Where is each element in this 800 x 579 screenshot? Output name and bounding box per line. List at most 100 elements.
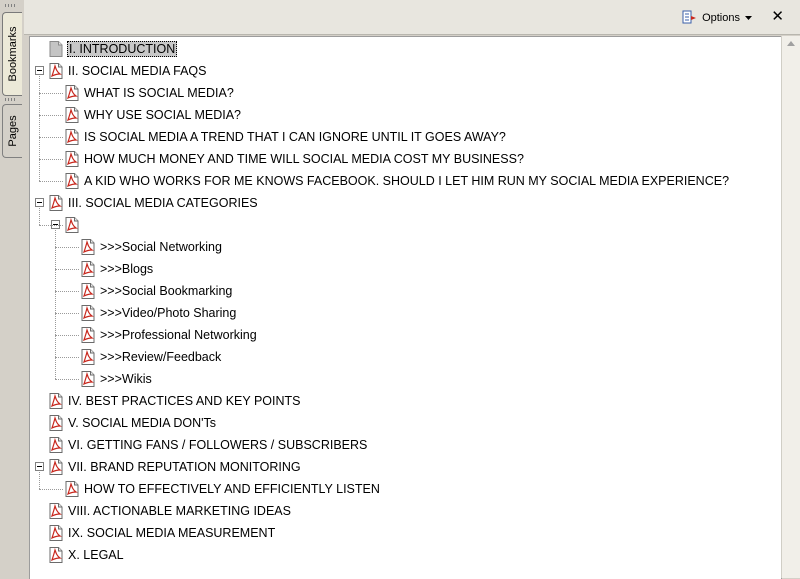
scroll-up-arrow-icon[interactable] <box>787 41 795 46</box>
bookmark-item[interactable]: >>>Social Bookmarking <box>80 280 232 302</box>
bookmark-item[interactable]: IV. BEST PRACTICES AND KEY POINTS <box>48 390 300 412</box>
bookmark-label: II. SOCIAL MEDIA FAQS <box>68 64 207 78</box>
bookmark-label: >>>Wikis <box>100 372 152 386</box>
bookmark-label: HOW TO EFFECTIVELY AND EFFICIENTLY LISTE… <box>84 482 380 496</box>
bookmark-item[interactable]: VIII. ACTIONABLE MARKETING IDEAS <box>48 500 291 522</box>
tree-connector <box>39 181 63 182</box>
bookmark-label: WHAT IS SOCIAL MEDIA? <box>84 86 234 100</box>
pdf-bookmark-icon <box>80 327 96 343</box>
bookmark-item[interactable] <box>64 214 84 236</box>
bookmark-item[interactable]: >>>Professional Networking <box>80 324 257 346</box>
bookmark-label: >>>Social Bookmarking <box>100 284 233 298</box>
bookmark-label: VII. BRAND REPUTATION MONITORING <box>68 460 301 474</box>
chevron-down-icon <box>745 16 752 20</box>
tree-connector <box>39 472 40 489</box>
options-label: Options <box>702 12 740 24</box>
bookmark-item[interactable]: >>>Video/Photo Sharing <box>80 302 236 324</box>
bookmark-item[interactable]: IS SOCIAL MEDIA A TREND THAT I CAN IGNOR… <box>64 126 506 148</box>
bookmark-label: >>>Review/Feedback <box>100 350 222 364</box>
pdf-bookmark-icon <box>48 525 64 541</box>
bookmark-options-icon <box>682 10 697 24</box>
pdf-bookmark-icon <box>48 393 64 409</box>
gray-bookmark-icon <box>48 41 64 57</box>
bookmark-item[interactable]: IX. SOCIAL MEDIA MEASUREMENT <box>48 522 275 544</box>
tree-connector <box>55 379 79 380</box>
tab-grip <box>5 4 17 7</box>
bookmark-item[interactable]: WHY USE SOCIAL MEDIA? <box>64 104 241 126</box>
bookmark-label: IS SOCIAL MEDIA A TREND THAT I CAN IGNOR… <box>84 130 506 144</box>
bookmark-item[interactable]: A KID WHO WORKS FOR ME KNOWS FACEBOOK. S… <box>64 170 729 192</box>
pdf-bookmark-icon <box>64 151 80 167</box>
tab-pages-label: Pages <box>6 115 19 147</box>
pdf-bookmark-icon <box>80 261 96 277</box>
bookmarks-toolbar: Options ✕ <box>24 0 800 35</box>
close-button[interactable]: ✕ <box>771 8 784 26</box>
bookmark-item[interactable]: I. INTRODUCTION <box>48 38 178 60</box>
tree-connector <box>55 269 79 270</box>
bookmark-item[interactable]: WHAT IS SOCIAL MEDIA? <box>64 82 234 104</box>
bookmark-label: X. LEGAL <box>68 548 124 562</box>
pdf-bookmark-icon <box>80 283 96 299</box>
bookmark-item[interactable]: VI. GETTING FANS / FOLLOWERS / SUBSCRIBE… <box>48 434 367 456</box>
bookmark-item[interactable]: >>>Wikis <box>80 368 152 390</box>
bookmark-label: III. SOCIAL MEDIA CATEGORIES <box>68 196 258 210</box>
close-icon: ✕ <box>771 8 784 25</box>
bookmark-label: I. INTRODUCTION <box>67 41 178 57</box>
options-button[interactable]: Options <box>681 9 752 27</box>
bookmark-label: >>>Blogs <box>100 262 154 276</box>
pdf-bookmark-icon <box>64 481 80 497</box>
pdf-bookmark-icon <box>80 349 96 365</box>
pdf-bookmark-icon <box>48 437 64 453</box>
bookmark-item[interactable]: >>>Social Networking <box>80 236 222 258</box>
tree-connector <box>39 208 40 225</box>
collapse-toggle-icon[interactable] <box>35 66 44 75</box>
bookmark-item[interactable]: >>>Blogs <box>80 258 153 280</box>
tab-bookmarks[interactable]: Bookmarks <box>2 12 22 96</box>
tree-connector <box>55 357 79 358</box>
tree-connector <box>39 76 40 181</box>
bookmark-tree: I. INTRODUCTION II. SOCIAL MEDIA FAQS WHAT… <box>29 36 782 579</box>
bookmark-label: >>>Social Networking <box>100 240 222 254</box>
tree-connector <box>55 335 79 336</box>
pdf-bookmark-icon <box>64 173 80 189</box>
bookmark-label: WHY USE SOCIAL MEDIA? <box>84 108 241 122</box>
bookmark-label: VIII. ACTIONABLE MARKETING IDEAS <box>68 504 291 518</box>
vertical-scrollbar[interactable] <box>781 36 800 578</box>
bookmark-item[interactable]: III. SOCIAL MEDIA CATEGORIES <box>48 192 258 214</box>
side-tab-strip: Bookmarks Pages <box>0 0 24 578</box>
bookmark-label: HOW MUCH MONEY AND TIME WILL SOCIAL MEDI… <box>84 152 524 166</box>
tree-connector <box>39 159 63 160</box>
tab-bookmarks-label: Bookmarks <box>6 26 19 82</box>
pdf-bookmark-icon <box>64 85 80 101</box>
bookmark-label: IX. SOCIAL MEDIA MEASUREMENT <box>68 526 276 540</box>
bookmark-item[interactable]: HOW MUCH MONEY AND TIME WILL SOCIAL MEDI… <box>64 148 524 170</box>
tab-pages[interactable]: Pages <box>2 104 22 158</box>
pdf-bookmark-icon <box>48 503 64 519</box>
bookmark-item[interactable]: HOW TO EFFECTIVELY AND EFFICIENTLY LISTE… <box>64 478 380 500</box>
pdf-bookmark-icon <box>80 305 96 321</box>
bookmark-label: >>>Video/Photo Sharing <box>100 306 237 320</box>
tree-connector <box>39 93 63 94</box>
bookmark-label: >>>Professional Networking <box>100 328 257 342</box>
bookmark-item[interactable]: X. LEGAL <box>48 544 124 566</box>
bookmark-item[interactable]: VII. BRAND REPUTATION MONITORING <box>48 456 301 478</box>
pdf-bookmark-icon <box>48 63 64 79</box>
pdf-bookmark-icon <box>64 217 80 233</box>
bookmark-item[interactable]: V. SOCIAL MEDIA DON'Ts <box>48 412 216 434</box>
pdf-bookmark-icon <box>64 107 80 123</box>
bookmark-item[interactable]: >>>Review/Feedback <box>80 346 221 368</box>
tree-connector <box>55 291 79 292</box>
collapse-toggle-icon[interactable] <box>35 462 44 471</box>
pdf-bookmark-icon <box>48 415 64 431</box>
bookmark-label: V. SOCIAL MEDIA DON'Ts <box>68 416 217 430</box>
tree-connector <box>55 230 56 379</box>
tree-connector <box>55 247 79 248</box>
bookmark-label: VI. GETTING FANS / FOLLOWERS / SUBSCRIBE… <box>68 438 368 452</box>
collapse-toggle-icon[interactable] <box>35 198 44 207</box>
bookmark-item[interactable]: II. SOCIAL MEDIA FAQS <box>48 60 206 82</box>
pdf-bookmark-icon <box>48 195 64 211</box>
tree-connector <box>39 137 63 138</box>
tree-connector <box>55 313 79 314</box>
pdf-bookmark-icon <box>64 129 80 145</box>
tab-grip <box>5 98 17 101</box>
